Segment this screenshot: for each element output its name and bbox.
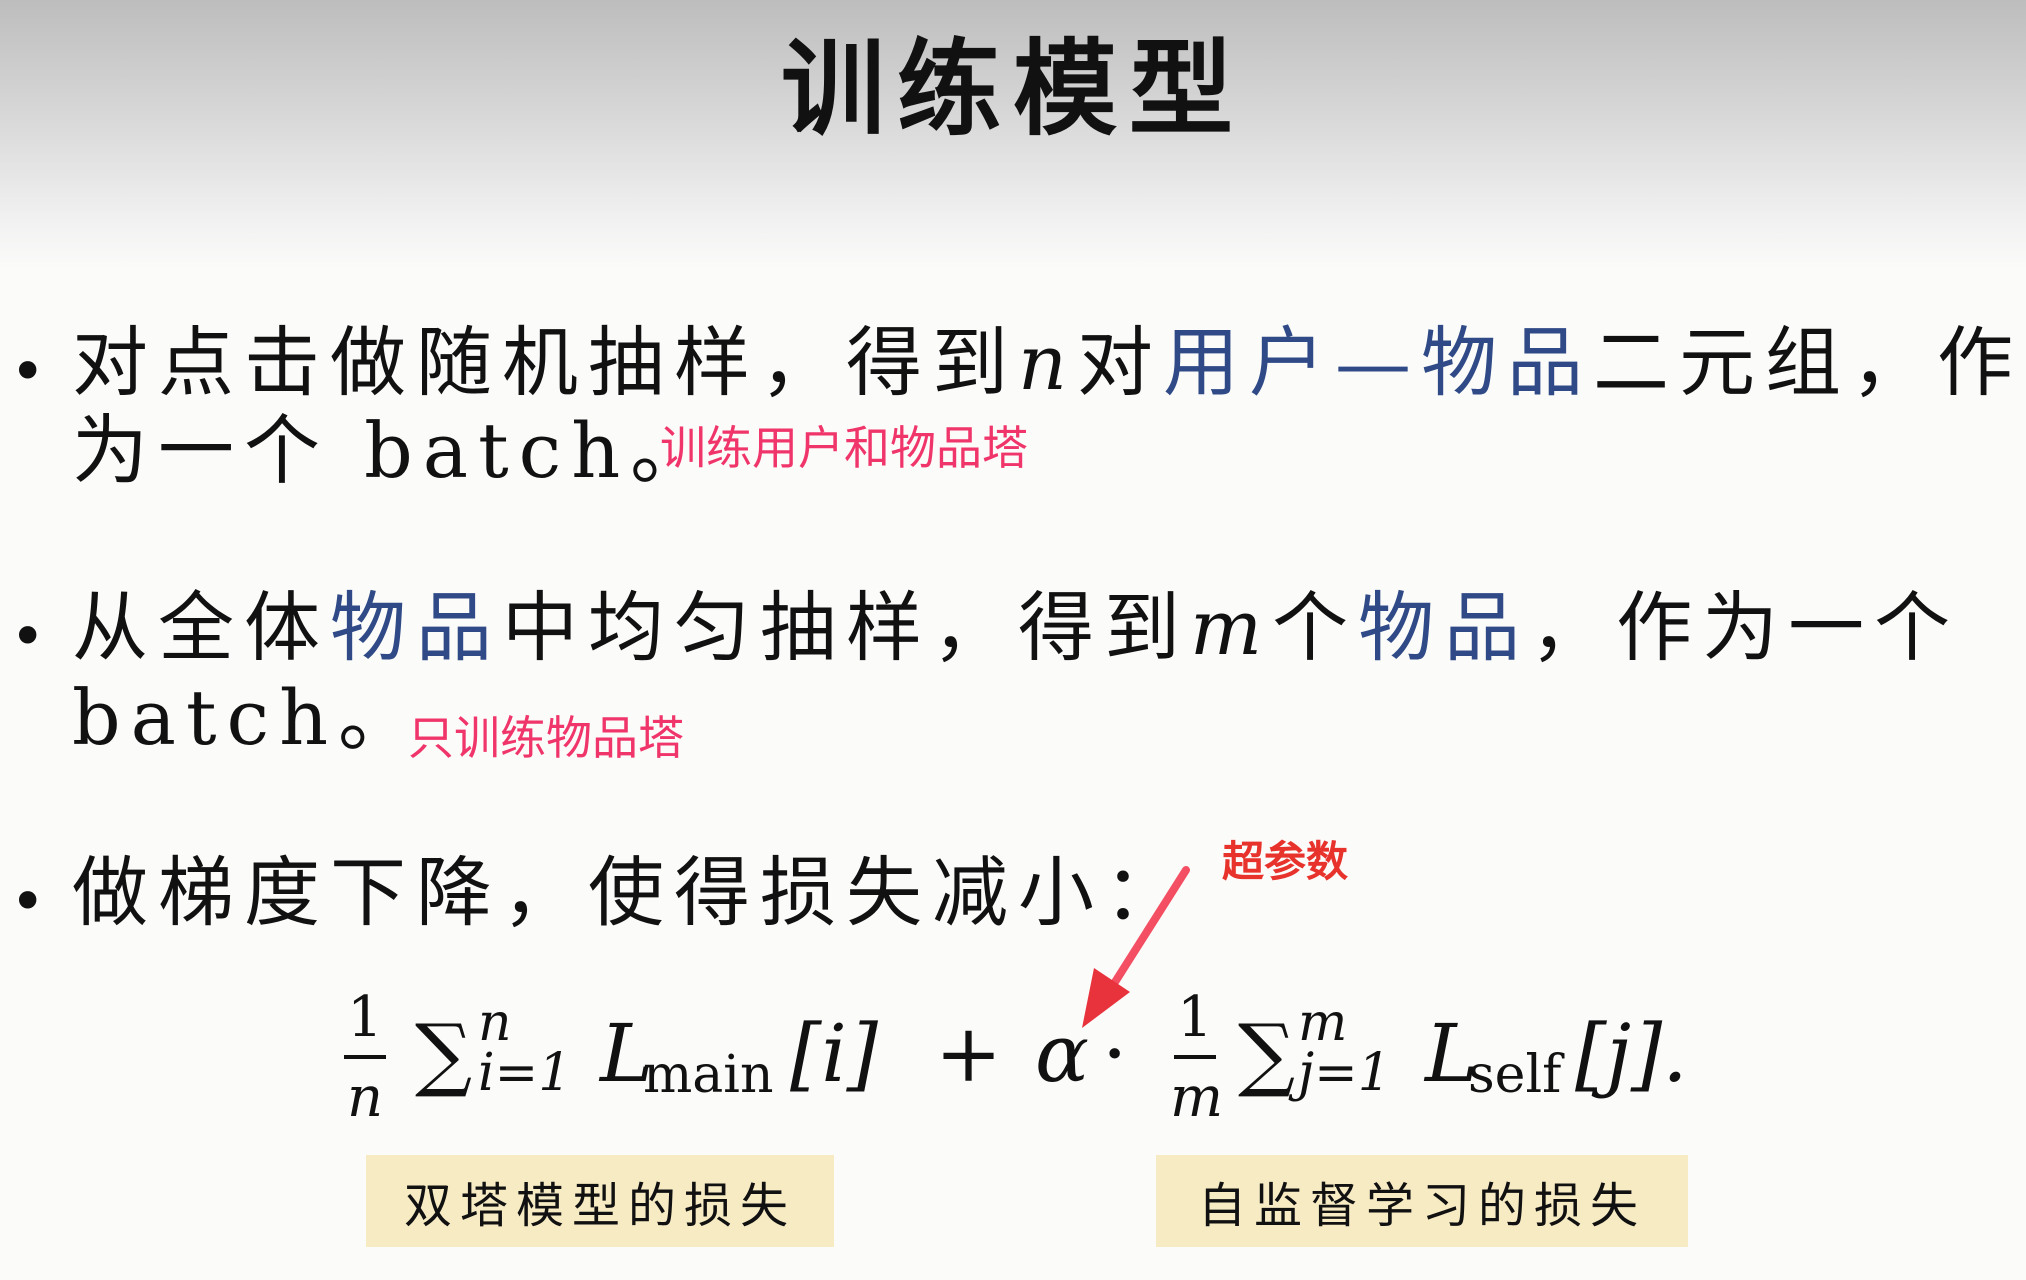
sum-1-lower: i=1 — [478, 1043, 572, 1103]
sigma-symbol: ∑ — [415, 1007, 473, 1100]
fraction-numerator: 1 — [347, 985, 383, 1050]
sigma-symbol: ∑ — [1238, 1007, 1296, 1100]
fraction-denominator: m — [1170, 1065, 1224, 1130]
fraction-bar — [344, 1055, 386, 1059]
loss-self-subscript: self — [1468, 1045, 1562, 1105]
fraction-denominator: n — [346, 1065, 384, 1130]
self-supervised-loss-label: 自监督学习的损失 — [1156, 1155, 1688, 1247]
fraction-numerator: 1 — [1177, 985, 1213, 1050]
index-j: [j]. — [1575, 1007, 1688, 1100]
loss-formula: 1 n ∑ n i=1 L main [i] + α · 1 m ∑ m j=1… — [0, 985, 2026, 1135]
two-tower-loss-label: 双塔模型的损失 — [366, 1155, 834, 1247]
plus-sign: + — [935, 1007, 1003, 1100]
slide: 训练模型 • 对点击做随机抽样，得到n对用户—物品二元组，作 为一个 batch… — [0, 0, 2026, 1280]
sum-2-lower: j=1 — [1298, 1043, 1391, 1103]
fraction-bar — [1174, 1055, 1216, 1059]
alpha-symbol: α — [1035, 1007, 1090, 1100]
dot-operator: · — [1102, 1007, 1128, 1100]
loss-main-subscript: main — [643, 1045, 774, 1105]
index-i: [i] — [790, 1007, 879, 1100]
